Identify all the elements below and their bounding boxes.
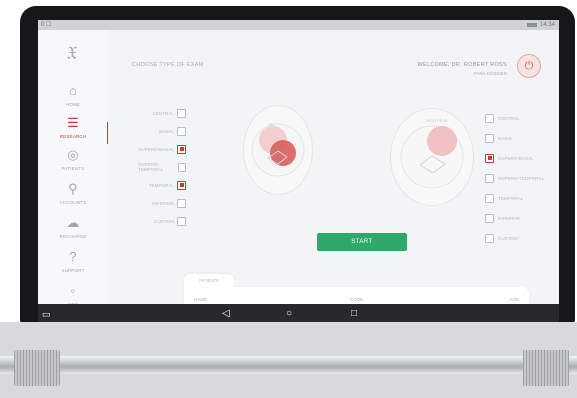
exam-option-supero-temporal-left[interactable]: SUPERO-TEMPORAL: [138, 158, 186, 176]
tooth-icon: 𝔛: [66, 43, 78, 63]
power-button[interactable]: ⏻: [517, 54, 541, 78]
exam-option-label: TEMPORAL: [498, 195, 524, 201]
exam-checkbox[interactable]: [485, 173, 494, 183]
exam-checkbox[interactable]: [485, 193, 494, 203]
exam-checkbox[interactable]: [485, 113, 494, 123]
exam-checkbox[interactable]: [177, 126, 186, 136]
sidebar-item-label: Accounts: [59, 200, 87, 205]
exam-option-temporal-left[interactable]: TEMPORAL: [138, 176, 186, 194]
column-age: AGE: [509, 297, 519, 302]
question-icon: ?: [69, 249, 77, 264]
sidebar-item-label: Patients: [61, 166, 85, 171]
exam-checkbox[interactable]: [485, 233, 494, 243]
status-bar: 0 ☐ 14:34: [38, 20, 559, 30]
exam-option-label: SUPERO-TEMPORAL: [498, 175, 545, 181]
exam-option-label: CENTRAL: [498, 115, 520, 121]
exam-option-label: SUPERO-TEMPORAL: [138, 162, 164, 172]
exam-checkbox[interactable]: [485, 133, 494, 143]
left-eye-diagram: [243, 105, 313, 195]
exam-checkbox[interactable]: [177, 198, 186, 208]
exam-option-basal-right[interactable]: BASAL: [485, 128, 545, 148]
exam-option-label: SUPERO-BASAL: [138, 146, 174, 152]
exam-checkbox[interactable]: [178, 162, 186, 172]
right-diagram-caption: RIGHT EYE: [426, 118, 448, 123]
sidebar-item-label: Recharge: [59, 234, 87, 239]
exam-option-label: SUPERO-BASAL: [498, 155, 534, 161]
patients-card-tab[interactable]: PATIENTS: [184, 274, 234, 288]
exam-option-label: BASAL: [498, 135, 513, 141]
exam-checkbox[interactable]: [177, 108, 186, 118]
left-diagram-caption: OD: [268, 122, 274, 127]
exam-option-custom-right[interactable]: CUSTOM: [485, 228, 545, 248]
screen-icon[interactable]: ▭: [42, 308, 51, 320]
recent-apps-button[interactable]: □: [351, 308, 357, 320]
column-code: CODE: [349, 297, 364, 302]
exam-checkbox[interactable]: [177, 144, 186, 154]
exam-type-title: CHOOSE TYPE OF EXAM: [132, 62, 204, 68]
column-name: NAME: [194, 297, 208, 302]
home-button[interactable]: ○: [286, 308, 292, 320]
exam-option-basal-left[interactable]: BASAL: [138, 122, 186, 140]
exam-checkbox[interactable]: [177, 216, 186, 226]
welcome-subtitle: PARA DOSSIER: [473, 71, 507, 76]
back-button[interactable]: ◁: [222, 308, 230, 320]
speaker-grille-left: [14, 350, 60, 386]
exam-type-list-right: CENTRAL BASAL SUPERO-BASAL SUPERO-TEMPOR…: [485, 108, 545, 248]
exam-option-inferior-right[interactable]: INFERIOR: [485, 208, 545, 228]
list-icon: ☰: [67, 115, 79, 130]
exam-option-supero-temporal-right[interactable]: SUPERO-TEMPORAL: [485, 168, 545, 188]
exam-option-label: BASAL: [159, 128, 174, 134]
start-button[interactable]: START: [317, 233, 407, 251]
exam-type-list-left: CENTRAL BASAL SUPERO-BASAL SUPERO-TEMPOR…: [138, 104, 186, 230]
person-icon: ⚲: [68, 181, 78, 196]
exam-option-label: CUSTOM: [154, 218, 174, 224]
speaker-grille-right: [523, 350, 569, 386]
exam-option-temporal-right[interactable]: TEMPORAL: [485, 188, 545, 208]
welcome-text: WELCOME, DR. ROBERT ROSS: [417, 62, 507, 68]
patients-card-header: NAME CODE AGE: [194, 297, 519, 302]
sidebar-item-label: Home: [65, 102, 81, 107]
exam-option-inferior-left[interactable]: INFERIOR: [138, 194, 186, 212]
cloud-icon: ☁: [66, 215, 80, 230]
exam-option-central-left[interactable]: CENTRAL: [138, 104, 186, 122]
home-icon: ⌂: [68, 83, 78, 98]
exam-option-custom-left[interactable]: CUSTOM: [138, 212, 186, 230]
exam-checkbox[interactable]: [485, 153, 494, 163]
sidebar-item-label: Support: [61, 268, 85, 273]
target-icon: ◎: [67, 147, 79, 162]
status-left: 0 ☐: [41, 22, 52, 28]
exam-option-supero-basal-right[interactable]: SUPERO-BASAL: [485, 148, 545, 168]
exam-option-central-right[interactable]: CENTRAL: [485, 108, 545, 128]
sidebar: 𝔛 ⌂ Home ☰ Research ◎ Patients ⚲ Account…: [38, 30, 109, 307]
exam-option-label: TEMPORAL: [148, 182, 174, 188]
exam-option-label: CUSTOM: [498, 235, 518, 241]
power-icon: ⏻: [524, 60, 534, 72]
battery-icon: [526, 23, 537, 27]
exam-checkbox[interactable]: [177, 180, 186, 190]
exam-option-label: INFERIOR: [498, 215, 520, 221]
left-eye-svg: [251, 123, 305, 177]
exam-option-supero-basal-left[interactable]: SUPERO-BASAL: [138, 140, 186, 158]
device-screen: 0 ☐ 14:34 𝔛 ⌂ Home ☰ Research ◎ Patients…: [38, 20, 559, 326]
right-eye-region: [427, 126, 457, 156]
exam-option-label: CENTRAL: [152, 110, 174, 116]
right-eye-svg: [400, 125, 464, 189]
status-right: 14:34: [526, 20, 555, 30]
sidebar-item-label: Research: [59, 134, 87, 139]
main-panel: CHOOSE TYPE OF EXAM WELCOME, DR. ROBERT …: [108, 30, 559, 326]
exam-checkbox[interactable]: [485, 213, 494, 223]
exam-option-label: INFERIOR: [152, 200, 174, 206]
tablet-rail: [0, 356, 577, 374]
status-time: 14:34: [539, 22, 555, 28]
nto-icon: ◦: [70, 283, 76, 298]
